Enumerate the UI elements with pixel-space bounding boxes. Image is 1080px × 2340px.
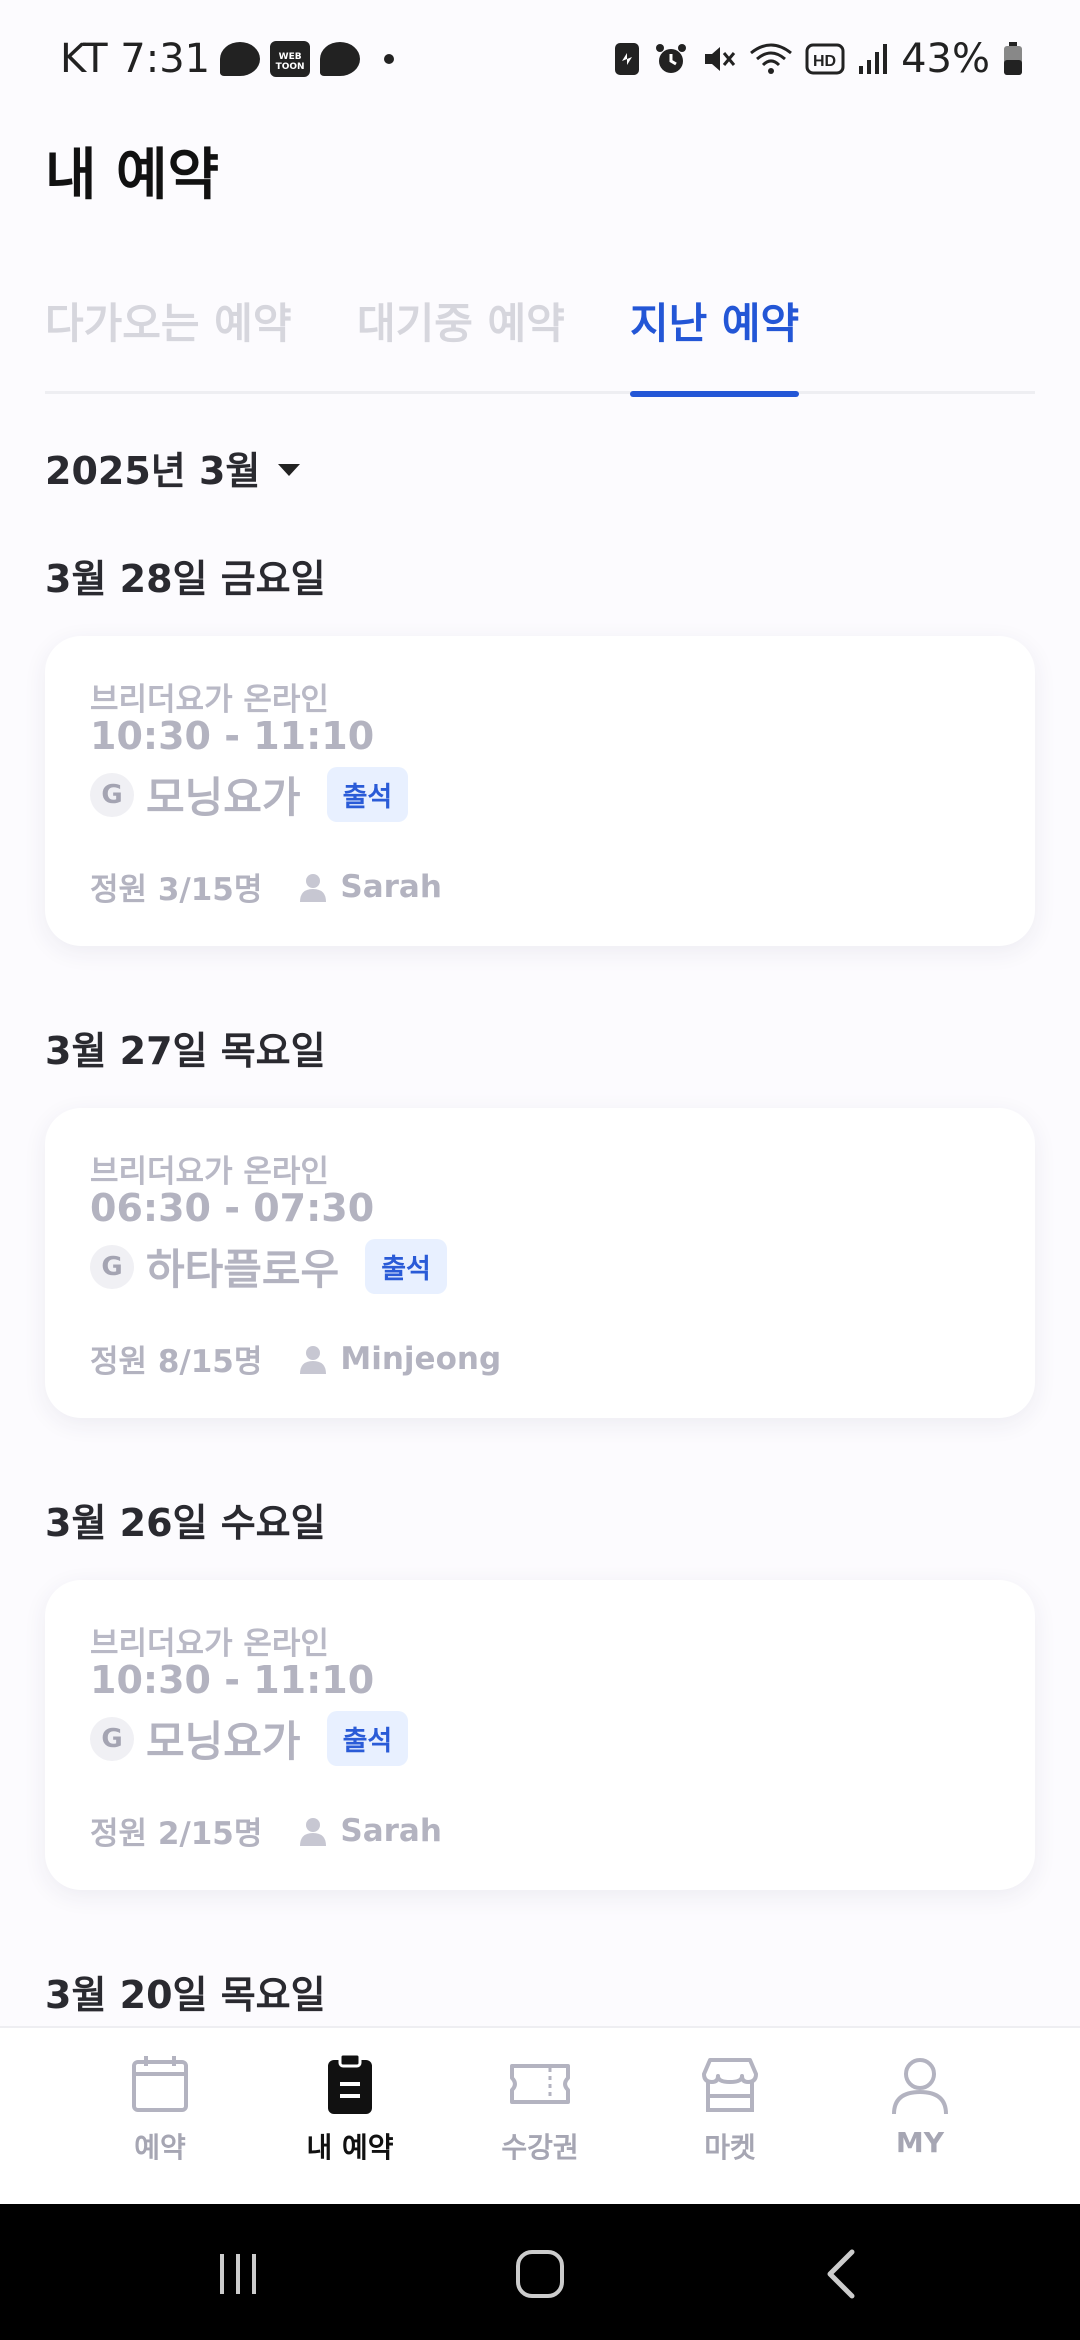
battery-icon [1004, 42, 1022, 75]
studio-name: 브리더요가 온라인 [90, 1154, 329, 1190]
date-heading: 3월 28일 금요일 [45, 557, 326, 601]
recent-apps-icon[interactable] [208, 2244, 268, 2304]
nav-item-my[interactable]: MY [840, 2052, 1000, 2159]
group-class-badge: G [90, 1244, 134, 1289]
nav-item-market[interactable]: 마켓 [650, 2052, 810, 2166]
capacity: 정원 2/15명 [90, 1816, 263, 1852]
class-time: 06:30 - 07:30 [90, 1186, 375, 1230]
nav-label: MY [895, 2126, 945, 2159]
talk-bubble-icon-2 [320, 42, 361, 76]
status-left: KT 7:31 WEB TOON [60, 36, 395, 82]
instructor-name: Sarah [340, 868, 442, 905]
nav-item-reserve[interactable]: 예약 [80, 2052, 240, 2166]
webtoon-icon: WEB TOON [270, 41, 311, 77]
clipboard-icon [328, 2052, 372, 2114]
reservation-card[interactable]: 브리더요가 온라인 10:30 - 11:10 G 모닝요가 출석 정원 3/1… [45, 636, 1035, 946]
nav-item-pass[interactable]: 수강권 [460, 2052, 620, 2166]
nav-label: 내 예약 [306, 2131, 394, 2164]
signal-icon [859, 44, 888, 74]
class-name: 하타플로우 [146, 1245, 340, 1294]
system-nav-bar [0, 2204, 1080, 2340]
class-time: 10:30 - 11:10 [90, 714, 375, 758]
class-name: 모닝요가 [146, 773, 301, 822]
capacity: 정원 8/15명 [90, 1344, 263, 1380]
studio-name: 브리더요가 온라인 [90, 1626, 329, 1662]
caret-down-icon [278, 463, 301, 476]
reservation-card[interactable]: 브리더요가 온라인 10:30 - 11:10 G 모닝요가 출석 정원 2/1… [45, 1580, 1035, 1890]
status-right: HD 43% [613, 36, 1024, 82]
bottom-nav: 예약 내 예약 수강권 마켓 MY [0, 2026, 1080, 2204]
card-meta: 정원 8/15명 Minjeong [90, 1336, 501, 1381]
carrier-time: KT 7:31 [60, 36, 211, 82]
store-icon [702, 2058, 758, 2112]
battery-percent: 43% [901, 36, 990, 82]
app-root: KT 7:31 WEB TOON HD 43% 내 예약 다가오는 예약 대기중… [0, 0, 1080, 2340]
instructor-name: Sarah [340, 1812, 442, 1849]
back-icon[interactable] [814, 2244, 874, 2304]
class-row: G 하타플로우 출석 [90, 1236, 447, 1297]
attendance-badge: 출석 [365, 1239, 447, 1294]
month-selector[interactable]: 2025년 3월 [45, 440, 301, 495]
hd-voice-icon: HD [805, 43, 845, 75]
mute-icon [705, 47, 736, 71]
wifi-icon [750, 43, 793, 74]
class-row: G 모닝요가 출석 [90, 764, 409, 825]
home-icon[interactable] [510, 2244, 570, 2304]
month-label: 2025년 3월 [45, 449, 261, 493]
instructor-name: Minjeong [340, 1340, 502, 1377]
svg-text:HD: HD [813, 53, 836, 70]
group-class-badge: G [90, 772, 134, 817]
card-meta: 정원 3/15명 Sarah [90, 864, 442, 909]
alarm-icon [656, 44, 687, 73]
class-name: 모닝요가 [146, 1717, 301, 1766]
notification-dot-icon [384, 54, 395, 64]
class-row: G 모닝요가 출석 [90, 1708, 409, 1769]
talk-bubble-icon [220, 42, 261, 76]
studio-name: 브리더요가 온라인 [90, 682, 329, 718]
attendance-badge: 출석 [326, 1711, 409, 1766]
nav-item-my-reservations[interactable]: 내 예약 [270, 2052, 430, 2166]
group-class-badge: G [90, 1716, 134, 1761]
card-meta: 정원 2/15명 Sarah [90, 1808, 442, 1853]
reservation-tabs: 다가오는 예약 대기중 예약 지난 예약 [45, 290, 1035, 397]
nav-label: 마켓 [704, 2131, 756, 2164]
reservation-card[interactable]: 브리더요가 온라인 06:30 - 07:30 G 하타플로우 출석 정원 8/… [45, 1108, 1035, 1418]
person-icon [300, 1817, 327, 1846]
tab-past[interactable]: 지난 예약 [630, 290, 800, 397]
date-heading: 3월 26일 수요일 [45, 1501, 326, 1545]
tab-upcoming[interactable]: 다가오는 예약 [45, 290, 291, 394]
user-icon [892, 2058, 948, 2115]
ticket-icon [510, 2064, 570, 2104]
calendar-icon [132, 2056, 188, 2112]
sync-icon [615, 43, 640, 75]
status-bar: KT 7:31 WEB TOON HD 43% [0, 0, 1080, 120]
date-heading: 3월 20일 목요일 [45, 1973, 326, 2017]
tab-waiting[interactable]: 대기중 예약 [357, 290, 565, 394]
page-title: 내 예약 [45, 143, 220, 208]
date-heading: 3월 27일 목요일 [45, 1029, 326, 1073]
class-time: 10:30 - 11:10 [90, 1658, 375, 1702]
capacity: 정원 3/15명 [90, 872, 263, 908]
nav-label: 수강권 [501, 2131, 579, 2164]
person-icon [300, 873, 327, 902]
attendance-badge: 출석 [326, 767, 409, 822]
person-icon [300, 1345, 327, 1374]
nav-label: 예약 [134, 2131, 186, 2164]
